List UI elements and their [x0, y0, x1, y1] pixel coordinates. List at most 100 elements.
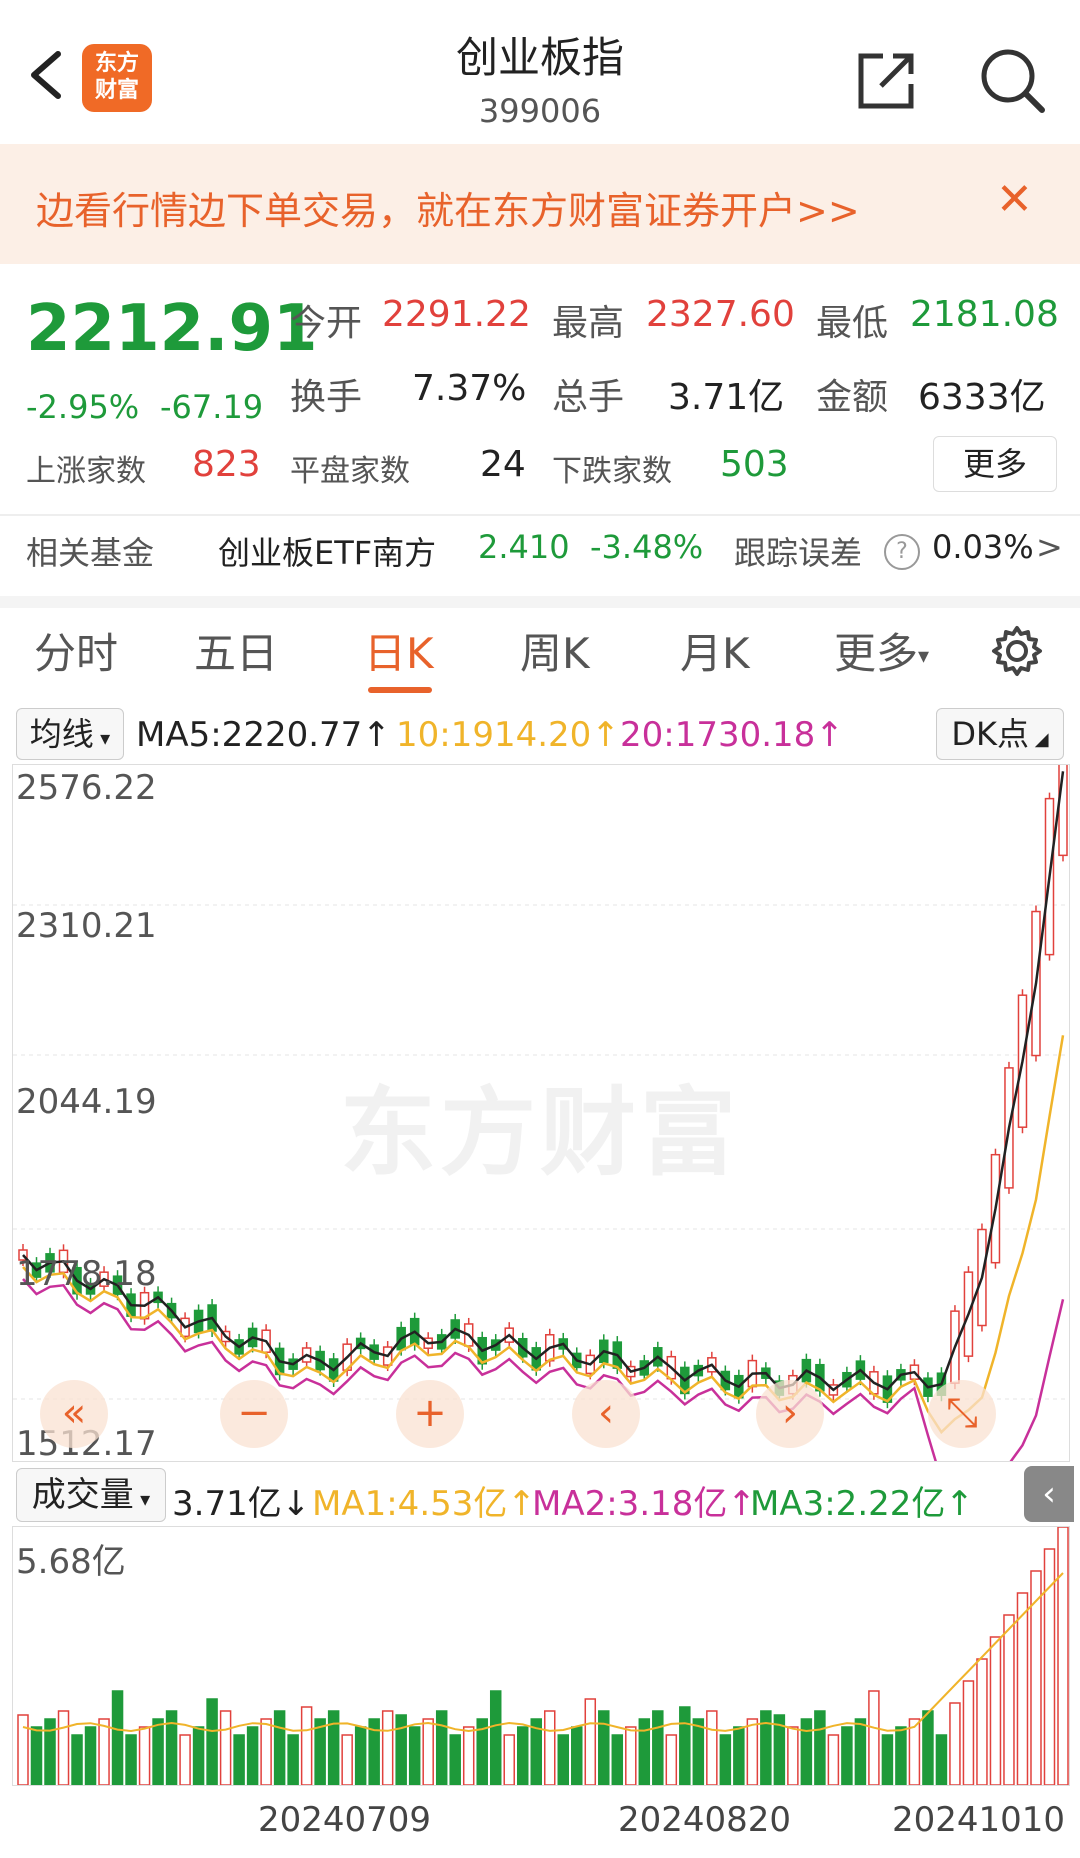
- low-value: 2181.08: [910, 294, 1059, 335]
- share-icon: [858, 53, 914, 109]
- ma5-value: MA5:2220.77↑: [136, 715, 391, 755]
- volume-bar: [287, 1734, 299, 1785]
- volume-selector-label: 成交量: [31, 1475, 134, 1515]
- volume-bar: [395, 1714, 407, 1785]
- tab-daily-k[interactable]: 日K: [364, 620, 434, 681]
- volume-axis-max: 5.68亿: [16, 1542, 126, 1582]
- zoom-out-button[interactable]: −: [220, 1380, 288, 1448]
- open-label: 今开: [290, 303, 363, 344]
- volume-bar: [854, 1718, 867, 1785]
- divider: [0, 514, 1080, 516]
- volume-value: 3.71亿: [668, 377, 785, 418]
- volume-bar: [462, 1726, 475, 1785]
- volume-bar: [665, 1734, 678, 1785]
- help-icon[interactable]: ?: [884, 534, 920, 570]
- down-count-label: 下跌家数: [552, 454, 672, 489]
- volume-selector[interactable]: 成交量 ▾: [16, 1468, 166, 1522]
- tab-intraday[interactable]: 分时: [34, 620, 118, 681]
- volume-chart[interactable]: [12, 1526, 1070, 1786]
- volume-bar: [314, 1718, 326, 1785]
- volume-bar: [544, 1710, 556, 1785]
- high-value: 2327.60: [646, 294, 795, 335]
- scroll-right-button[interactable]: ›: [756, 1380, 824, 1448]
- scroll-left-fast-button[interactable]: «: [40, 1380, 108, 1448]
- volume-bar: [908, 1718, 921, 1785]
- chevron-right-icon[interactable]: >: [1036, 528, 1063, 566]
- volume-bar: [989, 1636, 1002, 1785]
- search-button[interactable]: [978, 46, 1046, 114]
- amount-label: 金额: [816, 377, 889, 418]
- gear-icon: [992, 626, 1042, 676]
- down-count-value: 503: [720, 444, 789, 485]
- volume-bar: [706, 1710, 718, 1785]
- current-price: 2212.91: [26, 292, 318, 366]
- volume-bar: [233, 1734, 245, 1785]
- fund-change: -3.48%: [590, 528, 704, 566]
- volume-bar: [422, 1718, 434, 1785]
- volume-bar: [787, 1726, 799, 1785]
- volume-bar: [868, 1690, 880, 1785]
- settings-button[interactable]: [990, 624, 1044, 678]
- corner-arrow-icon: ◢: [1029, 729, 1049, 750]
- volume-bar: [327, 1710, 340, 1785]
- volume-bar: [30, 1726, 43, 1785]
- volume-bar: [341, 1734, 353, 1785]
- fund-name[interactable]: 创业板ETF南方: [218, 528, 436, 574]
- volume-ma3: MA3:2.22亿↑: [750, 1484, 974, 1524]
- volume-bar: [814, 1710, 826, 1785]
- fullscreen-button[interactable]: ⤡: [928, 1380, 996, 1448]
- dropdown-icon: ▾: [918, 644, 930, 669]
- volume-bar: [1057, 1527, 1069, 1785]
- volume-bar: [179, 1734, 191, 1785]
- volume-bar: [17, 1714, 29, 1785]
- collapse-panel-button[interactable]: ‹: [1024, 1466, 1074, 1522]
- tab-more-label: 更多: [834, 629, 919, 678]
- tab-weekly-k[interactable]: 周K: [520, 620, 590, 681]
- close-icon[interactable]: ✕: [996, 178, 1033, 222]
- up-count-label: 上涨家数: [26, 454, 146, 489]
- tab-more[interactable]: 更多▾: [834, 620, 929, 681]
- volume-bar: [746, 1718, 759, 1785]
- tab-five-day[interactable]: 五日: [194, 620, 278, 681]
- ma-selector[interactable]: 均线 ▾: [16, 708, 124, 760]
- section-divider: [0, 596, 1080, 608]
- volume-bar: [111, 1690, 124, 1785]
- price-axis-label-1: 2576.22: [16, 768, 157, 808]
- volume-current: 3.71亿↓: [172, 1484, 311, 1524]
- zoom-in-button[interactable]: +: [396, 1380, 464, 1448]
- turnover-value: 7.37%: [412, 368, 527, 409]
- dk-point-button[interactable]: DK点 ◢: [936, 708, 1064, 760]
- tab-monthly-k[interactable]: 月K: [680, 620, 750, 681]
- price-axis-label-3: 2044.19: [16, 1082, 157, 1122]
- volume-bar: [976, 1658, 988, 1785]
- ma10-value: 10:1914.20↑: [396, 715, 620, 755]
- volume-bar: [260, 1718, 272, 1785]
- volume-bar: [246, 1726, 259, 1785]
- volume-bar: [219, 1710, 232, 1785]
- ma20-line: [22, 1278, 1065, 1461]
- ma-selector-label: 均线: [29, 715, 94, 753]
- price-axis-label-2: 2310.21: [16, 906, 157, 946]
- more-button[interactable]: 更多: [933, 436, 1057, 492]
- volume-bar: [206, 1698, 218, 1785]
- flat-count-value: 24: [480, 444, 526, 485]
- volume-bar: [652, 1710, 664, 1785]
- volume-bar: [611, 1734, 624, 1785]
- amount-value: 6333亿: [918, 377, 1046, 418]
- volume-bar: [679, 1706, 691, 1785]
- price-axis-label-4: 1778.18: [16, 1254, 157, 1294]
- share-button[interactable]: [855, 48, 919, 112]
- scroll-left-button[interactable]: ‹: [572, 1380, 640, 1448]
- flat-count-label: 平盘家数: [290, 454, 410, 489]
- volume-bar: [949, 1702, 961, 1785]
- volume-label: 总手: [552, 377, 625, 418]
- date-label-2: 20240820: [618, 1800, 792, 1840]
- volume-bar: [881, 1734, 894, 1785]
- volume-bar: [57, 1710, 70, 1785]
- volume-ma1-line: [22, 1572, 1064, 1733]
- promo-banner-text[interactable]: 边看行情边下单交易，就在东方财富证券开户>>: [36, 180, 860, 235]
- volume-bar: [435, 1710, 448, 1785]
- volume-ma1: MA1:4.53亿↑: [312, 1484, 536, 1524]
- volume-bar: [841, 1726, 853, 1785]
- volume-bar: [125, 1734, 137, 1785]
